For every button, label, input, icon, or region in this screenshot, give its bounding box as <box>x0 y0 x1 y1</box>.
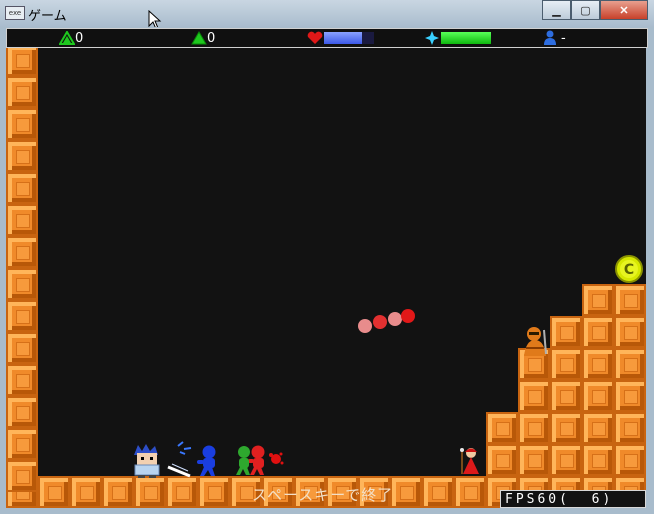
orange-block-tile <box>550 380 582 412</box>
orange-block-tile <box>6 204 38 236</box>
orange-block-tile <box>6 76 38 108</box>
orange-block-tile <box>6 396 38 428</box>
minimize-icon: ▁ <box>552 4 561 17</box>
orange-block-tile <box>550 412 582 444</box>
orange-block-tile <box>614 444 646 476</box>
red-orb <box>401 309 415 323</box>
heart-icon <box>307 31 323 44</box>
close-icon: ✕ <box>619 4 629 17</box>
maximize-icon: ▢ <box>580 4 591 17</box>
orange-block-tile <box>390 476 422 508</box>
hud-green-items-2: 0 <box>191 30 215 46</box>
orange-block-tile <box>582 284 614 316</box>
orange-block-tile <box>6 428 38 460</box>
orange-block-tile <box>6 268 38 300</box>
window-title: ゲーム <box>28 9 67 24</box>
red-spark-projectile <box>268 451 284 472</box>
fps-counter: FPS60( 6) <box>500 490 646 508</box>
orange-block-tile <box>518 444 550 476</box>
orange-block-tile <box>486 444 518 476</box>
orange-block-tile <box>582 444 614 476</box>
green-triangle-icon <box>191 31 207 45</box>
orange-block-tile <box>6 364 38 396</box>
red-mage-enemy <box>459 446 481 481</box>
window-titlebar: exe ゲーム ▁ ▢ ✕ <box>0 0 654 30</box>
sparkle-icon <box>425 31 439 45</box>
orange-block-tile <box>6 48 38 76</box>
maximize-button[interactable]: ▢ <box>571 0 600 20</box>
magic-bar <box>441 32 491 44</box>
magic-bar-fill <box>441 32 491 44</box>
orange-block-tile <box>6 172 38 204</box>
coin-label: C <box>624 262 634 278</box>
slash-effect <box>164 440 196 485</box>
hud-bar: 0 0 - <box>6 28 648 48</box>
green-triangle-cluster-icon <box>59 31 75 45</box>
orange-block-tile <box>6 460 38 492</box>
orange-block-tile <box>550 348 582 380</box>
orange-block-tile <box>582 348 614 380</box>
hud-green-items-1: 0 <box>59 30 83 46</box>
orange-block-tile <box>614 316 646 348</box>
hud-health <box>307 30 374 46</box>
player-value: - <box>561 30 566 46</box>
health-bar-fill <box>324 32 362 44</box>
orange-block-tile <box>582 412 614 444</box>
red-orb <box>388 312 402 326</box>
orange-block-tile <box>6 140 38 172</box>
hud-magic <box>425 30 491 46</box>
person-icon <box>544 30 556 45</box>
exit-hint-text: スペースキーで終了 <box>252 486 394 504</box>
orange-block-tile <box>70 476 102 508</box>
orange-block-tile <box>550 444 582 476</box>
hud-player: - <box>543 30 566 46</box>
close-button[interactable]: ✕ <box>600 0 648 20</box>
orange-block-tile <box>6 236 38 268</box>
hero-player <box>130 443 164 484</box>
orange-block-tile <box>614 412 646 444</box>
orange-block-tile <box>6 332 38 364</box>
orange-block-tile <box>6 300 38 332</box>
orange-block-tile <box>582 380 614 412</box>
green-count-1: 0 <box>75 30 84 46</box>
orange-monk-enemy <box>520 326 550 363</box>
orange-block-tile <box>582 316 614 348</box>
minimize-button[interactable]: ▁ <box>542 0 571 20</box>
orange-block-tile <box>486 412 518 444</box>
game-canvas[interactable]: C スペースキーで終了 FPS60(6) <box>6 48 646 508</box>
orange-block-tile <box>422 476 454 508</box>
orange-block-tile <box>550 316 582 348</box>
green-runner-enemy <box>233 445 255 482</box>
orange-block-tile <box>518 412 550 444</box>
health-bar <box>324 32 374 44</box>
orange-block-tile <box>614 348 646 380</box>
red-orb <box>373 315 387 329</box>
orange-block-tile <box>614 284 646 316</box>
orange-block-tile <box>518 380 550 412</box>
coin-icon: C <box>615 255 643 288</box>
orange-block-tile <box>6 108 38 140</box>
red-orb <box>358 319 372 333</box>
app-icon: exe <box>5 6 25 20</box>
blue-ninja-enemy <box>195 444 221 483</box>
orange-block-tile <box>38 476 70 508</box>
orange-block-tile <box>614 380 646 412</box>
green-count-2: 0 <box>207 30 216 46</box>
